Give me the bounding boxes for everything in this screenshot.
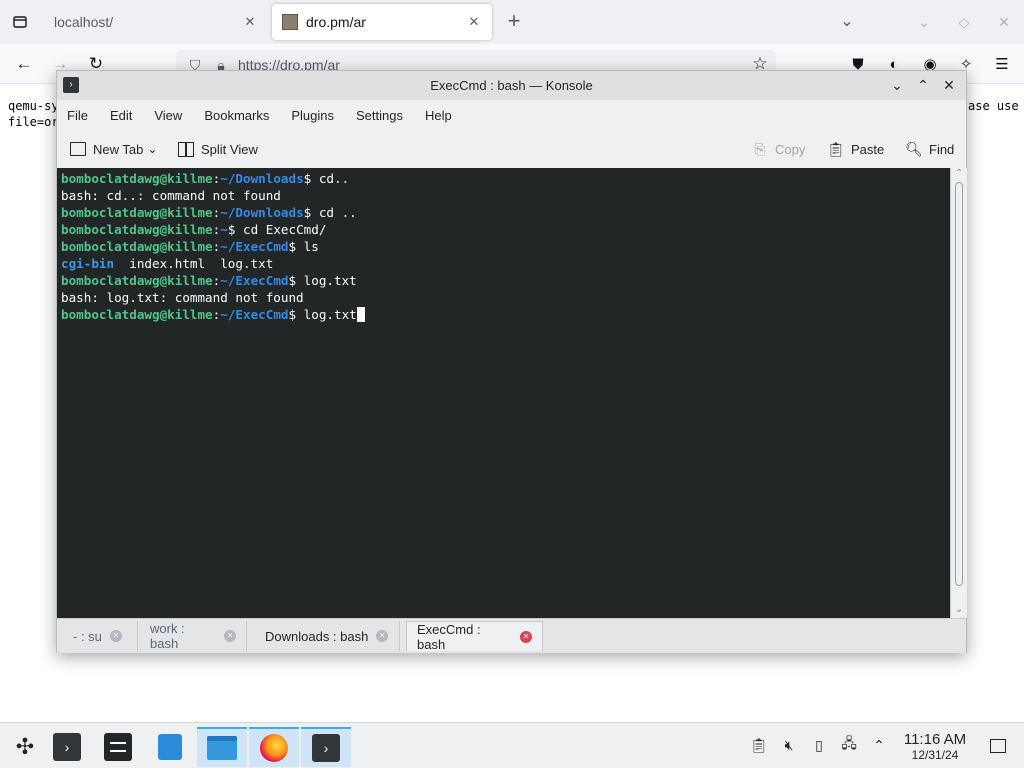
split-view-icon [177, 140, 195, 158]
taskbar-firefox[interactable] [249, 727, 299, 767]
terminal-line: cgi-bin index.html log.txt [61, 256, 274, 271]
terminal-scrollbar[interactable]: ⌃ ⌄ [950, 168, 967, 618]
menu-edit[interactable]: Edit [110, 108, 132, 123]
taskbar: ✣ › › 📋︎ 🔇︎ ▯ 🖧 ⌃ 11:16 AM 12/31/24 [0, 722, 1024, 768]
battery-icon[interactable]: ▯ [810, 735, 828, 755]
back-arrow-icon[interactable]: ← [12, 52, 36, 76]
menu-help[interactable]: Help [425, 108, 452, 123]
taskbar-discover[interactable] [145, 727, 195, 767]
menu-plugins[interactable]: Plugins [291, 108, 334, 123]
software-store-icon [158, 734, 182, 760]
minimize-icon[interactable]: ⌄ [886, 74, 908, 96]
copy-button[interactable]: ⎘ Copy [751, 139, 805, 159]
tab-execcmd[interactable]: ExecCmd : bash ✕ [406, 621, 543, 652]
show-desktop-icon[interactable] [990, 739, 1006, 753]
taskbar-system-settings[interactable] [93, 727, 143, 767]
menu-bar: File Edit View Bookmarks Plugins Setting… [57, 101, 966, 129]
new-tab-button[interactable]: New Tab ⌄ [69, 139, 157, 159]
system-tray: 📋︎ 🔇︎ ▯ 🖧 ⌃ [750, 735, 888, 755]
terminal-icon: › [53, 733, 81, 761]
close-tab-icon[interactable]: ✕ [376, 630, 389, 642]
taskbar-file-manager[interactable] [197, 727, 247, 767]
terminal-line: bomboclatdawg@killme:~/ExecCmd$ log.txt [61, 273, 357, 288]
new-tab-icon [69, 140, 87, 158]
taskbar-konsole[interactable]: › [301, 727, 351, 767]
clock-date: 12/31/24 [911, 748, 959, 762]
network-icon[interactable]: 🖧 [840, 735, 858, 755]
terminal-line: bomboclatdawg@killme:~/Downloads$ cd.. [61, 171, 350, 186]
terminal-line: bash: cd..: command not found [61, 188, 281, 203]
maximize-icon[interactable]: ⌃ [912, 74, 934, 96]
menu-file[interactable]: File [67, 108, 88, 123]
close-window-icon[interactable]: ✕ [984, 14, 1024, 31]
konsole-window: › ExecCmd : bash — Konsole ⌄ ⌃ ✕ File Ed… [56, 70, 967, 653]
terminal-output[interactable]: bomboclatdawg@killme:~/Downloads$ cd.. ba… [57, 168, 950, 618]
tab-downloads[interactable]: Downloads : bash ✕ [255, 621, 400, 651]
tray-expand-chevron-icon[interactable]: ⌃ [870, 735, 888, 755]
terminal-icon: › [312, 734, 340, 762]
terminal-line: bash: log.txt: command not found [61, 290, 304, 305]
copy-icon: ⎘ [754, 140, 766, 157]
tab-su[interactable]: - : su ✕ [63, 621, 138, 651]
find-button[interactable]: 🔍︎ Find [905, 139, 954, 159]
chevron-down-icon[interactable]: ⌄ [147, 142, 157, 156]
tab-work[interactable]: work : bash ✕ [140, 621, 247, 651]
menu-settings[interactable]: Settings [356, 108, 403, 123]
close-tab-icon[interactable]: ✕ [109, 630, 122, 642]
close-icon[interactable]: ✕ [938, 74, 960, 96]
clock-time: 11:16 AM [903, 731, 967, 748]
digital-clock[interactable]: 11:16 AM 12/31/24 [895, 731, 975, 762]
firefox-icon [260, 734, 288, 762]
tab-list-icon[interactable] [8, 10, 32, 34]
terminal-line: bomboclatdawg@killme:~/ExecCmd$ log.txt [61, 306, 946, 323]
page-content-right: ase use [968, 99, 1019, 113]
konsole-tab-bar: - : su ✕ work : bash ✕ Downloads : bash … [57, 618, 966, 653]
launcher-icon: ✣ [15, 734, 35, 759]
page-content-left: qemu-sy file=or [8, 99, 59, 129]
terminal-line: bomboclatdawg@killme:~/ExecCmd$ ls [61, 239, 319, 254]
browser-tab-bar: localhost/ ✕ dro.pm/ar ✕ + ⌄ ⌄ ◇ ✕ [0, 0, 1024, 44]
browser-tab-localhost[interactable]: localhost/ ✕ [44, 4, 268, 40]
new-tab-plus-icon[interactable]: + [502, 10, 526, 34]
paste-icon: 📋︎ [827, 140, 845, 157]
konsole-title-bar[interactable]: › ExecCmd : bash — Konsole ⌄ ⌃ ✕ [57, 71, 966, 100]
system-settings-icon [104, 733, 132, 761]
terminal-line: bomboclatdawg@killme:~$ cd ExecCmd/ [61, 222, 327, 237]
browser-tab-title: localhost/ [54, 14, 114, 30]
close-tab-icon[interactable]: ✕ [224, 630, 236, 642]
close-tab-icon[interactable]: ✕ [242, 14, 258, 30]
window-title: ExecCmd : bash — Konsole [430, 78, 593, 93]
menu-bookmarks[interactable]: Bookmarks [204, 108, 269, 123]
scrollbar-thumb[interactable] [955, 182, 963, 586]
browser-tab-title: dro.pm/ar [306, 14, 366, 30]
minimize-icon[interactable]: ⌄ [904, 14, 944, 31]
close-tab-icon[interactable]: ✕ [466, 14, 482, 30]
scroll-down-icon[interactable]: ⌄ [951, 604, 967, 618]
taskbar-konsole-launcher[interactable]: › [42, 727, 92, 767]
search-icon: 🔍︎ [905, 140, 923, 157]
list-all-tabs-chevron-icon[interactable]: ⌄ [836, 11, 858, 33]
favicon-icon [282, 14, 298, 30]
menu-hamburger-icon[interactable]: ☰ [990, 52, 1014, 76]
close-tab-icon[interactable]: ✕ [520, 630, 532, 643]
volume-muted-icon[interactable]: 🔇︎ [780, 735, 798, 755]
konsole-app-icon[interactable]: › [63, 77, 79, 93]
maximize-icon[interactable]: ◇ [944, 14, 984, 31]
browser-tab-dro-pm[interactable]: dro.pm/ar ✕ [272, 4, 492, 40]
split-view-button[interactable]: Split View [177, 139, 258, 159]
folder-icon [207, 736, 237, 760]
terminal-line: bomboclatdawg@killme:~/Downloads$ cd .. [61, 205, 357, 220]
clipboard-icon[interactable]: 📋︎ [750, 735, 768, 755]
browser-window-controls: ⌄ ◇ ✕ [904, 0, 1024, 44]
menu-view[interactable]: View [154, 108, 182, 123]
text-cursor [356, 307, 365, 322]
paste-button[interactable]: 📋︎ Paste [827, 139, 884, 159]
scroll-up-icon[interactable]: ⌃ [951, 168, 967, 182]
konsole-toolbar: New Tab ⌄ Split View ⎘ Copy 📋︎ Paste 🔍︎ … [57, 133, 966, 165]
